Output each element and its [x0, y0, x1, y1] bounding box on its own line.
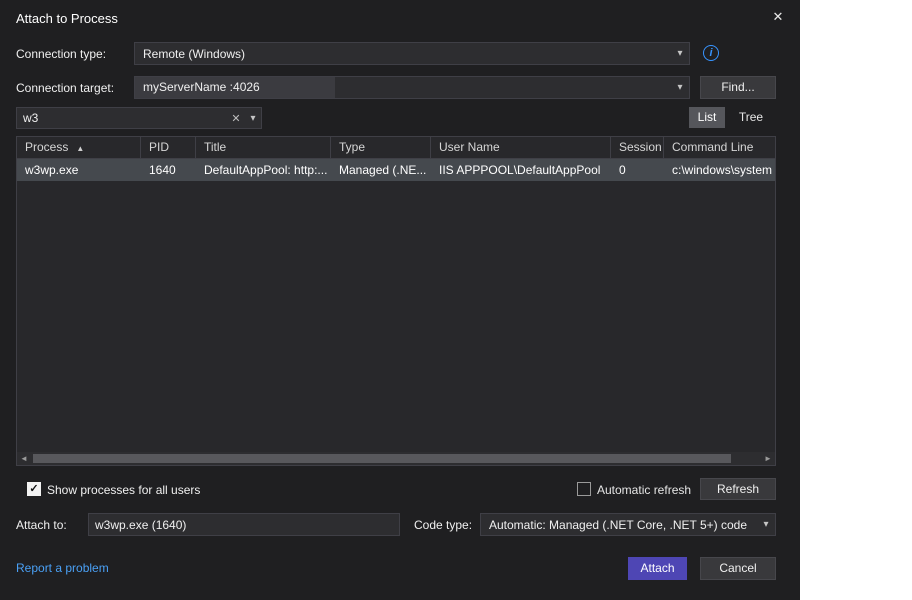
find-button[interactable]: Find...: [700, 76, 776, 99]
cell-command-line: c:\windows\system: [664, 159, 775, 181]
process-table: Process ▲ PID Title Type User Name Sessio…: [16, 136, 776, 466]
attach-to-label: Attach to:: [16, 518, 67, 532]
scroll-left-icon[interactable]: ◄: [17, 452, 31, 465]
connection-target-label: Connection target:: [16, 81, 114, 95]
cancel-button[interactable]: Cancel: [700, 557, 776, 580]
process-filter-input[interactable]: [17, 111, 227, 125]
report-a-problem-link[interactable]: Report a problem: [16, 561, 109, 575]
view-toggle-list[interactable]: List: [689, 107, 725, 128]
show-all-users-checkbox[interactable]: ✓: [27, 482, 41, 496]
code-type-value: Automatic: Managed (.NET Core, .NET 5+) …: [481, 518, 757, 532]
scrollbar-thumb[interactable]: [33, 454, 731, 463]
process-filter-box: ✕ ▾: [16, 107, 262, 129]
chevron-down-icon[interactable]: ▾: [245, 113, 261, 124]
column-header-process[interactable]: Process ▲: [17, 137, 141, 158]
screen: Attach to Process ✕ Connection type: Rem…: [0, 0, 912, 600]
view-toggle-tree[interactable]: Tree: [731, 107, 771, 128]
show-all-users-label[interactable]: Show processes for all users: [47, 483, 200, 497]
cell-pid: 1640: [141, 159, 196, 181]
clear-filter-icon[interactable]: ✕: [227, 112, 245, 125]
scrollbar-track[interactable]: [31, 452, 761, 465]
connection-type-dropdown[interactable]: Remote (Windows) ▾: [134, 42, 690, 65]
attach-button[interactable]: Attach: [628, 557, 687, 580]
connection-target-dropdown[interactable]: myServerName :4026 ▾: [134, 76, 690, 99]
info-icon-glyph: i: [709, 47, 712, 59]
cell-type: Managed (.NE...: [331, 159, 431, 181]
check-icon: ✓: [29, 483, 38, 495]
table-row-selected[interactable]: w3wp.exe 1640 DefaultAppPool: http:... M…: [17, 159, 775, 181]
cell-title: DefaultAppPool: http:...: [196, 159, 331, 181]
column-header-type[interactable]: Type: [331, 137, 431, 158]
connection-target-value: myServerName :4026: [135, 77, 335, 98]
column-header-user-name[interactable]: User Name: [431, 137, 611, 158]
column-header-label: Process: [25, 140, 68, 154]
column-header-command-line[interactable]: Command Line: [664, 137, 775, 158]
connection-type-value: Remote (Windows): [135, 47, 671, 61]
info-icon[interactable]: i: [703, 45, 719, 61]
connection-type-label: Connection type:: [16, 47, 106, 61]
automatic-refresh-label[interactable]: Automatic refresh: [597, 483, 691, 497]
code-type-label: Code type:: [414, 518, 472, 532]
chevron-down-icon: ▾: [671, 48, 689, 59]
attach-to-process-dialog: Attach to Process ✕ Connection type: Rem…: [0, 0, 800, 600]
chevron-down-icon: ▾: [757, 519, 775, 530]
column-header-session[interactable]: Session: [611, 137, 664, 158]
column-header-pid[interactable]: PID: [141, 137, 196, 158]
column-header-title[interactable]: Title: [196, 137, 331, 158]
cell-user-name: IIS APPPOOL\DefaultAppPool: [431, 159, 611, 181]
table-header: Process ▲ PID Title Type User Name Sessio…: [17, 137, 775, 159]
dialog-title: Attach to Process: [16, 11, 118, 26]
cell-process: w3wp.exe: [17, 159, 141, 181]
sort-ascending-icon: ▲: [76, 144, 84, 153]
horizontal-scrollbar[interactable]: ◄ ►: [17, 452, 775, 465]
automatic-refresh-checkbox[interactable]: [577, 482, 591, 496]
refresh-button[interactable]: Refresh: [700, 478, 776, 500]
scroll-right-icon[interactable]: ►: [761, 452, 775, 465]
code-type-dropdown[interactable]: Automatic: Managed (.NET Core, .NET 5+) …: [480, 513, 776, 536]
cell-session: 0: [611, 159, 664, 181]
attach-to-input[interactable]: [88, 513, 400, 536]
chevron-down-icon: ▾: [671, 82, 689, 93]
close-icon[interactable]: ✕: [770, 9, 786, 25]
